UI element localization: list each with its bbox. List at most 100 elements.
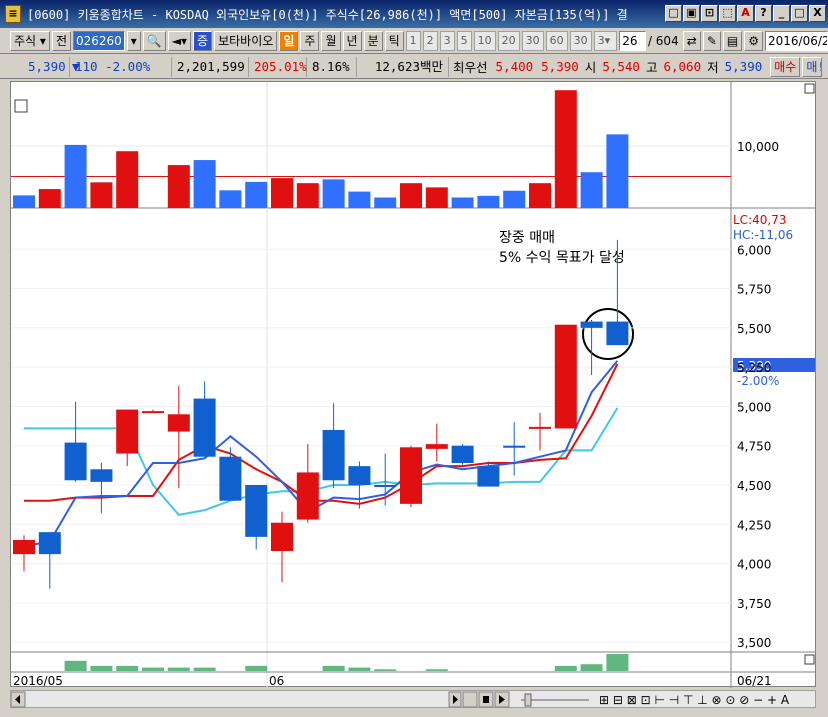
candle-body [425,444,448,449]
close-button[interactable]: X [809,5,826,22]
volume-bar [219,190,242,208]
candle-body [38,532,61,555]
period-year-tab[interactable]: 년 [342,30,362,51]
price-tick-label: 5,750 [737,283,771,297]
volume-bar [296,183,319,208]
volume-bar [554,90,577,208]
small-volume-bar [554,665,577,671]
toolbar: 주식 ▾ 전 026260 ▾ 🔍 ◄▾ 증 보타바이오 일 주 월 년 분 틱… [0,28,828,54]
volume-bar [451,197,474,208]
code-input[interactable]: 026260 [72,30,125,51]
export-icon[interactable]: ▤ [722,30,743,51]
candle-body [13,540,35,555]
font-icon[interactable]: A [737,5,754,22]
quote-open-label: 시 [584,60,597,75]
price-tick-label: 6,000 [737,243,771,257]
small-volume-bar [322,665,345,671]
annotation-line1: 장중 매매 [499,230,555,246]
quote-high-label: 고 [645,60,658,75]
minute-option-30[interactable]: 30 [521,30,544,51]
maximize-button[interactable]: □ [791,5,808,22]
volume-bar [580,172,603,208]
minute-custom[interactable]: 3▾ [593,30,618,51]
quote-volume: 2,201,599 [172,56,249,77]
layout-icon[interactable]: □ [665,5,682,22]
chart-scrollbar[interactable]: ⊞ ⊟ ⊠ ⊡ ⊢ ⊣ ⊤ ⊥ ⊗ ⊙ ⊘ − + A [10,690,816,708]
period-day-tab[interactable]: 일 [279,30,299,51]
minute-option-10[interactable]: 10 [473,30,496,51]
period-minute-tab[interactable]: 분 [363,30,383,51]
chart-app-icon[interactable]: ≡ [5,5,21,23]
minute-option-60[interactable]: 60 [545,30,568,51]
candle-body [374,485,397,487]
window-icon[interactable]: ⊡ [701,5,718,22]
candle-body [451,445,474,463]
volume-bar [400,183,422,208]
x-label-end: 06/21 [737,674,772,688]
small-volume-bar [193,667,216,671]
chart-area[interactable]: 10,000 LC:40,73 HC:-11,06 5,390 -2.00% 장… [10,81,817,688]
candle-body [142,411,164,414]
arrow-tool-icon[interactable]: ⇄ [682,30,701,51]
code-dropdown-icon[interactable]: ▾ [126,30,141,51]
minimize-button[interactable]: _ [773,5,790,22]
quote-best-ask: 5,400 [495,59,534,74]
quote-best-bid: 5,390 [541,59,579,74]
volume-bar [13,195,35,208]
candle-body [245,485,268,537]
price-tick-label: 4,000 [737,558,771,572]
period-tick-tab[interactable]: 틱 [384,30,404,51]
quote-low-label: 저 [707,60,719,75]
down-arrow-icon: ▼ [72,59,80,74]
price-tick-label: 5,250 [737,361,771,375]
candle-body [606,321,629,346]
volume-bar [193,160,216,208]
quote-change: 110 -2.00% [70,56,172,77]
type-select[interactable]: 주식 ▾ [10,30,50,51]
tile-icon[interactable]: ⬚ [719,5,736,22]
quote-price: 5,390 [0,56,70,77]
all-button[interactable]: 전 [51,30,71,51]
chart-svg[interactable]: 10,000 LC:40,73 HC:-11,06 5,390 -2.00% 장… [11,82,817,688]
minute-option-3[interactable]: 3 [439,30,455,51]
candle-body [271,522,293,551]
minute-option-20[interactable]: 20 [497,30,520,51]
volume-bar [374,197,397,208]
help-icon[interactable]: ? [755,5,772,22]
period-week-tab[interactable]: 주 [300,30,320,51]
tool-icon[interactable]: ✎ [702,30,721,51]
minute-option-5[interactable]: 5 [456,30,472,51]
volume-bar [245,181,268,208]
buy-button[interactable]: 매수 [770,56,801,77]
period-month-tab[interactable]: 월 [321,30,341,51]
minute-option-30b[interactable]: 30 [569,30,592,51]
small-volume-bar [606,654,629,671]
candle-body [580,321,603,328]
volume-bar [606,134,629,208]
quote-high: 6,060 [663,59,702,74]
split-icon[interactable]: ▣ [683,5,700,22]
quote-amount: 12,623백만 [357,56,449,77]
search-icon[interactable]: 🔍 [142,30,166,51]
ma5-line [23,360,619,548]
small-panel-close-icon[interactable] [804,654,815,665]
price-tick-label: 3,750 [737,597,771,611]
type-label: 주식 [14,33,37,48]
volume-bar [529,183,551,208]
candle-body [400,447,422,504]
minute-option-1[interactable]: 1 [405,30,421,51]
volume-bar [348,191,371,208]
x-label-start: 2016/05 [13,674,63,688]
scroll-back-icon[interactable] [462,691,478,708]
tool-icons[interactable]: ⊞ ⊟ ⊠ ⊡ ⊢ ⊣ ⊤ ⊥ ⊗ ⊙ ⊘ − + A [599,693,790,707]
grid-toggle-icon[interactable] [14,99,28,113]
sound-icon[interactable]: ◄▾ [167,30,192,51]
candle-body [529,426,551,429]
date-input[interactable]: 2016/06/2 [765,30,828,51]
settings-icon[interactable]: ⚙ [744,30,763,51]
vol-panel-close-icon[interactable] [804,83,815,94]
sell-button[interactable]: 매! [802,56,823,77]
count-input[interactable]: 26 [619,30,646,51]
ma10-line [24,363,619,505]
minute-option-2[interactable]: 2 [422,30,438,51]
